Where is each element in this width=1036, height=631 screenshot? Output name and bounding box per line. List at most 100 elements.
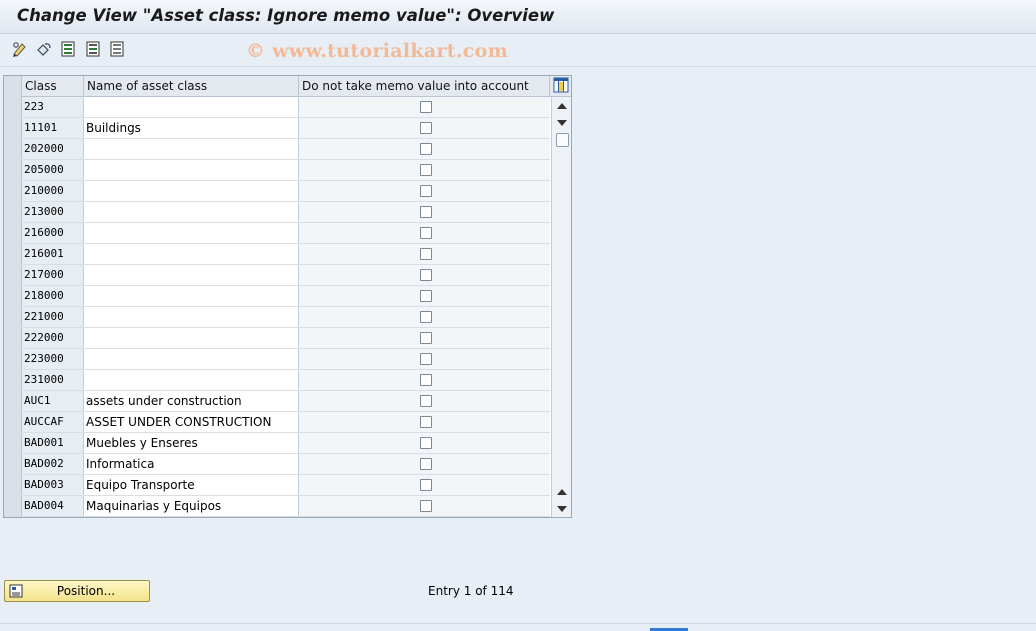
column-header-class[interactable]: Class bbox=[22, 76, 84, 97]
class-cell: 231000 bbox=[22, 370, 84, 390]
row-selector[interactable] bbox=[4, 307, 22, 327]
scroll-down-icon[interactable] bbox=[557, 506, 567, 512]
application-toolbar bbox=[0, 34, 1036, 67]
class-cell: BAD002 bbox=[22, 454, 84, 474]
ignore-memo-checkbox[interactable] bbox=[420, 437, 432, 449]
vertical-scrollbar[interactable] bbox=[551, 97, 571, 517]
ignore-memo-checkbox[interactable] bbox=[420, 500, 432, 512]
row-selector[interactable] bbox=[4, 328, 22, 348]
class-cell: 11101 bbox=[22, 118, 84, 138]
row-selector[interactable] bbox=[4, 454, 22, 474]
ignore-memo-checkbox[interactable] bbox=[420, 248, 432, 260]
row-selector[interactable] bbox=[4, 139, 22, 159]
row-selector[interactable] bbox=[4, 370, 22, 390]
memo-value-cell bbox=[299, 139, 550, 159]
select-all-icon[interactable] bbox=[59, 40, 77, 58]
scroll-up-page-icon[interactable] bbox=[557, 489, 567, 495]
asset-class-name-cell bbox=[84, 97, 299, 117]
select-all-rows-cell[interactable] bbox=[4, 76, 22, 97]
asset-class-name-cell bbox=[84, 202, 299, 222]
memo-value-cell bbox=[299, 286, 550, 306]
ignore-memo-checkbox[interactable] bbox=[420, 311, 432, 323]
row-selector[interactable] bbox=[4, 475, 22, 495]
ignore-memo-checkbox[interactable] bbox=[420, 332, 432, 344]
class-cell: BAD004 bbox=[22, 496, 84, 516]
position-button[interactable]: Position... bbox=[4, 580, 150, 602]
row-selector[interactable] bbox=[4, 265, 22, 285]
class-cell: 202000 bbox=[22, 139, 84, 159]
row-selector[interactable] bbox=[4, 181, 22, 201]
asset-class-name-cell: assets under construction bbox=[84, 391, 299, 411]
memo-value-cell bbox=[299, 244, 550, 264]
class-cell: 222000 bbox=[22, 328, 84, 348]
row-selector[interactable] bbox=[4, 202, 22, 222]
column-header-no-memo[interactable]: Do not take memo value into account bbox=[299, 76, 550, 97]
select-block-icon[interactable] bbox=[84, 40, 102, 58]
row-selector[interactable] bbox=[4, 118, 22, 138]
row-selector[interactable] bbox=[4, 496, 22, 516]
ignore-memo-checkbox[interactable] bbox=[420, 164, 432, 176]
table-row: 216001 bbox=[4, 244, 550, 265]
row-selector[interactable] bbox=[4, 349, 22, 369]
ignore-memo-checkbox[interactable] bbox=[420, 269, 432, 281]
table-header: Class Name of asset class Do not take me… bbox=[4, 76, 571, 97]
memo-value-cell bbox=[299, 223, 550, 243]
row-selector[interactable] bbox=[4, 433, 22, 453]
undo-icon[interactable] bbox=[35, 40, 53, 58]
memo-value-cell bbox=[299, 307, 550, 327]
ignore-memo-checkbox[interactable] bbox=[420, 479, 432, 491]
asset-class-name-cell: ASSET UNDER CONSTRUCTION bbox=[84, 412, 299, 432]
class-cell: 223000 bbox=[22, 349, 84, 369]
ignore-memo-checkbox[interactable] bbox=[420, 122, 432, 134]
row-selector[interactable] bbox=[4, 160, 22, 180]
memo-value-cell bbox=[299, 160, 550, 180]
class-cell: 216000 bbox=[22, 223, 84, 243]
ignore-memo-checkbox[interactable] bbox=[420, 101, 432, 113]
scroll-thumb[interactable] bbox=[556, 133, 569, 147]
asset-class-name-cell: Equipo Transporte bbox=[84, 475, 299, 495]
ignore-memo-checkbox[interactable] bbox=[420, 143, 432, 155]
table-row: 205000 bbox=[4, 160, 550, 181]
memo-value-cell bbox=[299, 370, 550, 390]
row-selector[interactable] bbox=[4, 223, 22, 243]
ignore-memo-checkbox[interactable] bbox=[420, 458, 432, 470]
ignore-memo-checkbox[interactable] bbox=[420, 395, 432, 407]
class-cell: AUCCAF bbox=[22, 412, 84, 432]
ignore-memo-checkbox[interactable] bbox=[420, 374, 432, 386]
table-row: 11101 Buildings bbox=[4, 118, 550, 139]
row-selector[interactable] bbox=[4, 286, 22, 306]
asset-class-name-cell bbox=[84, 181, 299, 201]
row-selector[interactable] bbox=[4, 412, 22, 432]
ignore-memo-checkbox[interactable] bbox=[420, 227, 432, 239]
ignore-memo-checkbox[interactable] bbox=[420, 185, 432, 197]
class-cell: 217000 bbox=[22, 265, 84, 285]
scroll-up-icon[interactable] bbox=[557, 103, 567, 109]
asset-class-name-cell: Maquinarias y Equipos bbox=[84, 496, 299, 516]
class-cell: 205000 bbox=[22, 160, 84, 180]
row-selector[interactable] bbox=[4, 244, 22, 264]
column-header-name[interactable]: Name of asset class bbox=[84, 76, 299, 97]
window-title: Change View "Asset class: Ignore memo va… bbox=[17, 6, 555, 25]
asset-class-name-cell bbox=[84, 223, 299, 243]
table-row: 218000 bbox=[4, 286, 550, 307]
row-selector[interactable] bbox=[4, 97, 22, 117]
table-row: BAD004 Maquinarias y Equipos bbox=[4, 496, 550, 517]
class-cell: 210000 bbox=[22, 181, 84, 201]
ignore-memo-checkbox[interactable] bbox=[420, 416, 432, 428]
display-change-icon[interactable] bbox=[11, 40, 29, 58]
asset-class-name-cell bbox=[84, 139, 299, 159]
table-row: 223 bbox=[4, 97, 550, 118]
ignore-memo-checkbox[interactable] bbox=[420, 353, 432, 365]
table-row: BAD001 Muebles y Enseres bbox=[4, 433, 550, 454]
asset-class-name-cell bbox=[84, 349, 299, 369]
memo-value-cell bbox=[299, 391, 550, 411]
deselect-all-icon[interactable] bbox=[108, 40, 126, 58]
row-selector[interactable] bbox=[4, 391, 22, 411]
class-cell: 213000 bbox=[22, 202, 84, 222]
status-bar bbox=[0, 623, 1036, 631]
scroll-down-page-icon[interactable] bbox=[557, 120, 567, 126]
ignore-memo-checkbox[interactable] bbox=[420, 206, 432, 218]
table-row: BAD002 Informatica bbox=[4, 454, 550, 475]
ignore-memo-checkbox[interactable] bbox=[420, 290, 432, 302]
table-settings-icon[interactable] bbox=[553, 77, 569, 93]
